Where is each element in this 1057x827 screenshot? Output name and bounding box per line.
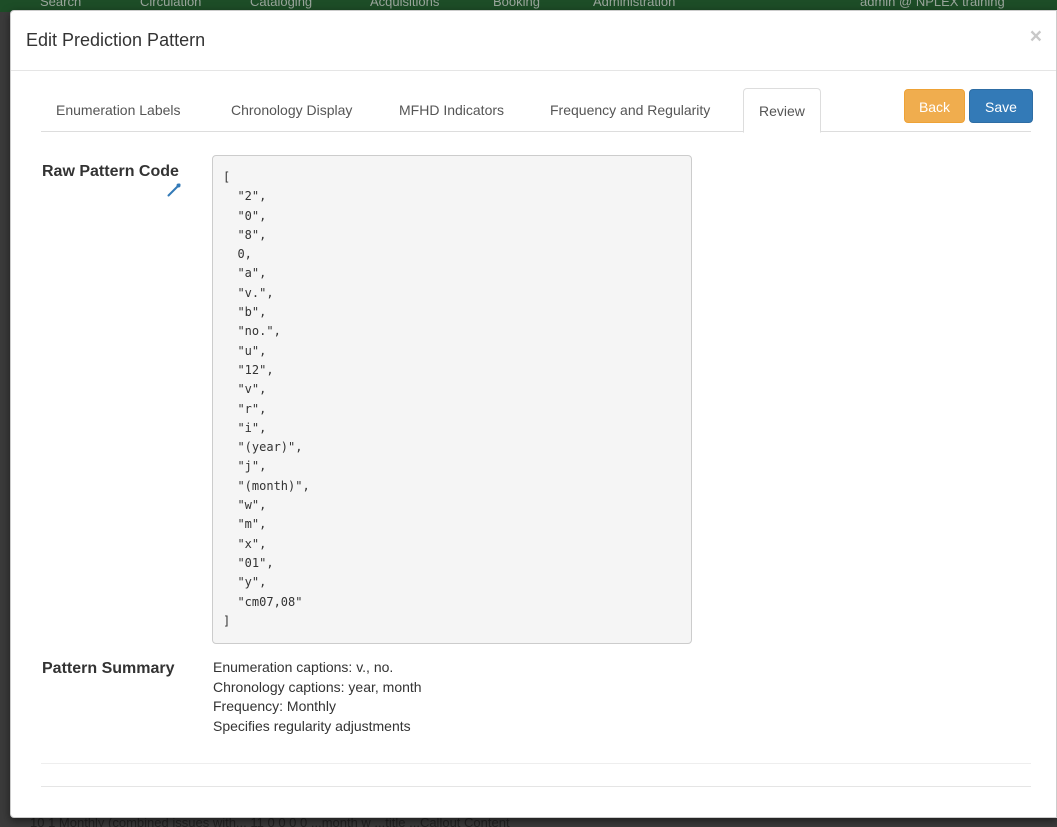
tab-bar: Enumeration Labels Chronology Display MF… — [41, 88, 1031, 133]
pattern-summary-list: Enumeration captions: v., no. Chronology… — [213, 658, 713, 736]
nav-item-administration: Administration — [593, 0, 676, 9]
tab-enumeration-labels[interactable]: Enumeration Labels — [41, 88, 196, 132]
divider — [41, 763, 1031, 764]
summary-frequency: Frequency: Monthly — [213, 698, 336, 714]
modal-header: Edit Prediction Pattern × — [11, 11, 1056, 71]
background-row-text: 10 1 Monthly (combined issues with... 11… — [30, 818, 510, 827]
pattern-summary-label: Pattern Summary — [42, 660, 175, 677]
nav-item-booking: Booking — [493, 0, 540, 9]
tab-frequency-and-regularity[interactable]: Frequency and Regularity — [535, 88, 725, 132]
back-button[interactable]: Back — [904, 89, 965, 123]
summary-chronology-captions: Chronology captions: year, month — [213, 678, 422, 695]
nav-item-circulation: Circulation — [140, 0, 202, 9]
modal-title: Edit Prediction Pattern — [26, 30, 206, 50]
close-icon[interactable]: × — [1030, 26, 1042, 47]
nav-item-acquisitions: Acquisitions — [370, 0, 440, 9]
nav-item-cataloging: Cataloging — [250, 0, 313, 9]
nav-user-label: admin @ NPLEX training — [860, 0, 1005, 9]
summary-enumeration-captions: Enumeration captions: v., no. — [213, 659, 394, 675]
raw-pattern-code-box[interactable]: [ "2", "0", "8", 0, "a", "v.", "b", "no.… — [212, 155, 692, 644]
background-table-row: 10 1 Monthly (combined issues with... 11… — [0, 818, 1057, 827]
modal-footer-divider — [41, 786, 1031, 787]
summary-regularity: Specifies regularity adjustments — [213, 717, 411, 734]
edit-prediction-pattern-modal: Edit Prediction Pattern × Enumeration La… — [10, 10, 1057, 818]
raw-pattern-code-label: Raw Pattern Code — [42, 163, 179, 180]
tab-mfhd-indicators[interactable]: MFHD Indicators — [384, 88, 519, 132]
tab-review[interactable]: Review — [743, 88, 821, 133]
wrench-icon[interactable] — [167, 183, 181, 197]
tab-chronology-display[interactable]: Chronology Display — [216, 88, 367, 132]
save-button[interactable]: Save — [969, 89, 1033, 123]
nav-item-search: Search — [40, 0, 82, 9]
